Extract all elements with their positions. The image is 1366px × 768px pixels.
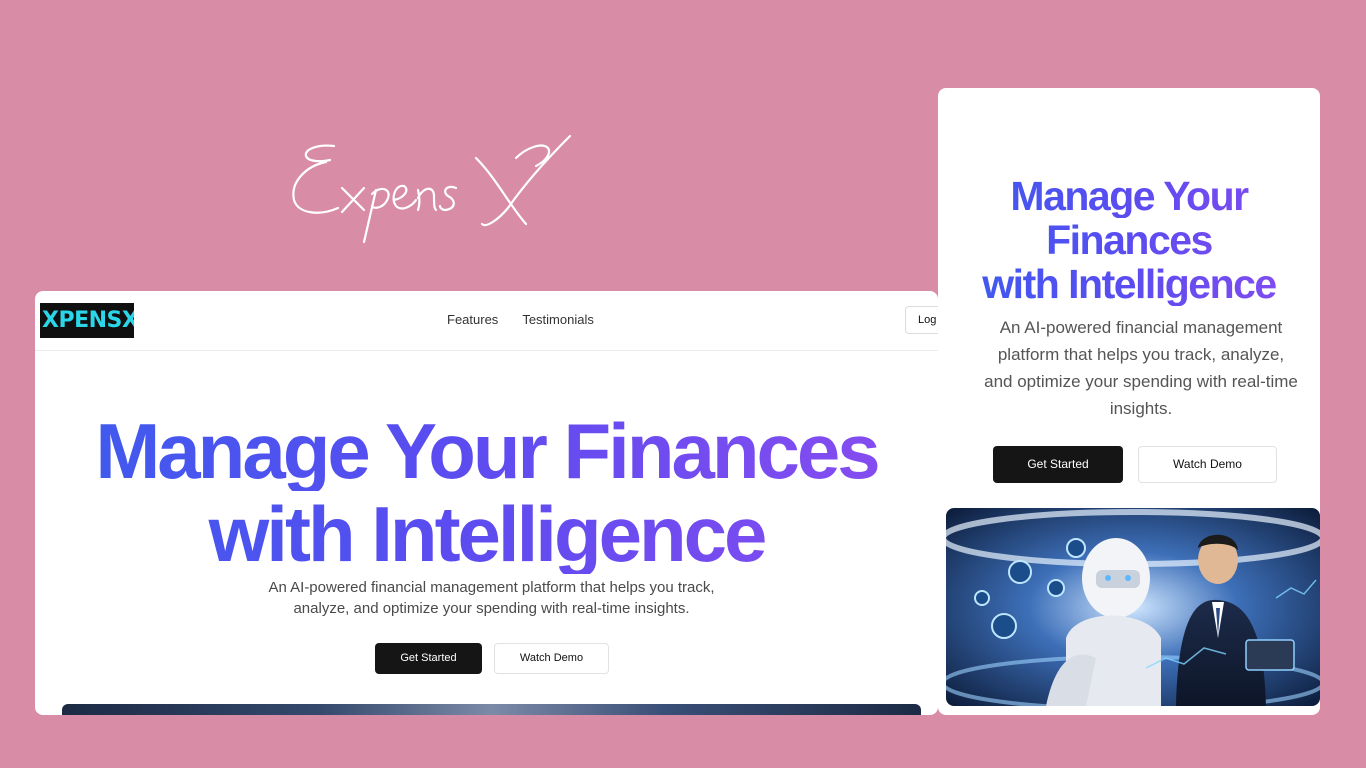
mobile-get-started-button[interactable]: Get Started	[993, 446, 1123, 483]
ai-illustration	[946, 508, 1320, 706]
hero-subtitle: An AI-powered financial management platf…	[225, 577, 758, 619]
mobile-hero-line-3: with Intelligence	[938, 262, 1320, 306]
mobile-subtitle-line-1: An AI-powered financial management	[999, 318, 1283, 337]
hero-title-line-2: with Intelligence	[35, 494, 938, 574]
login-button[interactable]: Log	[905, 306, 938, 334]
hero-subtitle-line-1: An AI-powered financial management platf…	[268, 579, 715, 596]
top-nav: XPENSX Features Testimonials Log	[35, 291, 938, 351]
mobile-hero-line-2: Finances	[938, 218, 1320, 262]
hero-subtitle-line-2: analyze, and optimize your spending with…	[293, 600, 690, 617]
mobile-subtitle-line-4: insights.	[1109, 399, 1173, 418]
desktop-mockup: XPENSX Features Testimonials Log Manage …	[35, 291, 938, 715]
script-title-expensx	[286, 128, 586, 248]
ai-robot-businessman-image	[946, 508, 1320, 706]
mobile-hero-line-1: Manage Your	[938, 174, 1320, 218]
expensx-logo[interactable]: XPENSX	[40, 303, 134, 338]
mobile-watch-demo-button[interactable]: Watch Demo	[1138, 446, 1277, 483]
get-started-button[interactable]: Get Started	[375, 643, 482, 674]
nav-links: Features Testimonials	[447, 312, 594, 327]
mobile-subtitle-line-2: platform that helps you track, analyze,	[997, 345, 1285, 364]
nav-link-features[interactable]: Features	[447, 312, 498, 327]
watch-demo-button[interactable]: Watch Demo	[494, 643, 609, 674]
hero-image-preview	[62, 704, 921, 715]
mobile-subtitle-line-3: and optimize your spending with real-tim…	[984, 372, 1298, 391]
expensx-script-logo	[292, 134, 572, 244]
hero-title-line-1: Manage Your Finances	[35, 411, 938, 491]
mobile-hero-subtitle: An AI-powered financial management platf…	[946, 314, 1320, 422]
nav-link-testimonials[interactable]: Testimonials	[522, 312, 594, 327]
mobile-mockup: Manage Your Finances with Intelligence A…	[938, 88, 1320, 715]
